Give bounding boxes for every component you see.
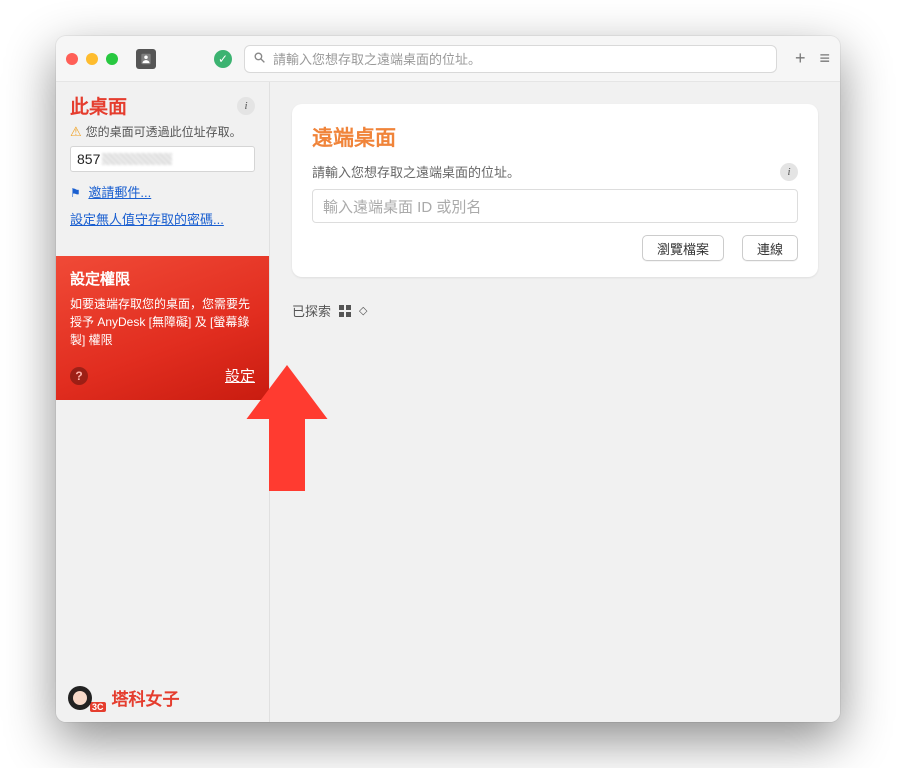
search-icon (253, 51, 266, 67)
access-warning: ⚠ 您的桌面可透過此位址存取。 (70, 123, 255, 140)
browse-files-button[interactable]: 瀏覽檔案 (642, 235, 724, 261)
contacts-icon[interactable] (136, 49, 156, 69)
unattended-password-link[interactable]: 設定無人值守存取的密碼... (70, 209, 255, 228)
new-tab-icon[interactable]: + (795, 48, 806, 69)
close-window-icon[interactable] (66, 53, 78, 65)
discovered-label: 已探索 (292, 301, 331, 320)
main-content: 遠端桌面 請輸入您想存取之遠端桌面的位址。 i 輸入遠端桌面 ID 或別名 瀏覽… (270, 82, 840, 722)
address-visible-prefix: 857 (77, 151, 100, 167)
invite-mail-link[interactable]: 邀請郵件... (88, 185, 151, 200)
sort-icon[interactable]: ◇ (359, 304, 365, 317)
remote-card-desc: 請輸入您想存取之遠端桌面的位址。 (312, 162, 520, 181)
fullscreen-window-icon[interactable] (106, 53, 118, 65)
flag-icon: ⚑ (70, 186, 81, 200)
titlebar: ✓ 請輸入您想存取之遠端桌面的位址。 + ≡ (56, 36, 840, 82)
app-window: ✓ 請輸入您想存取之遠端桌面的位址。 + ≡ 此桌面 i ⚠ 您的桌面可透過此位… (56, 36, 840, 722)
address-hidden (102, 153, 172, 165)
remote-card-title: 遠端桌面 (312, 122, 798, 152)
access-warning-text: 您的桌面可透過此位址存取。 (86, 123, 242, 140)
info-icon[interactable]: i (780, 163, 798, 181)
configure-permissions-button[interactable]: 設定 (225, 365, 255, 386)
status-ready-icon: ✓ (214, 50, 232, 68)
warning-icon: ⚠ (70, 124, 82, 140)
remote-address-input[interactable]: 輸入遠端桌面 ID 或別名 (312, 189, 798, 223)
logo-avatar-icon (68, 686, 92, 710)
permissions-alert: 設定權限 如要遠端存取您的桌面，您需要先授予 AnyDesk [無障礙] 及 [… (56, 256, 269, 400)
permissions-alert-desc: 如要遠端存取您的桌面，您需要先授予 AnyDesk [無障礙] 及 [螢幕錄製]… (70, 295, 255, 349)
address-bar[interactable]: 請輸入您想存取之遠端桌面的位址。 (244, 45, 777, 73)
info-icon[interactable]: i (237, 97, 255, 115)
logo-text: 塔科女子 (112, 685, 180, 710)
logo-badge: 3C (90, 702, 106, 712)
remote-desktop-card: 遠端桌面 請輸入您想存取之遠端桌面的位址。 i 輸入遠端桌面 ID 或別名 瀏覽… (292, 104, 818, 277)
this-desk-address[interactable]: 857 (70, 146, 255, 172)
minimize-window-icon[interactable] (86, 53, 98, 65)
help-icon[interactable]: ? (70, 367, 88, 385)
window-controls (66, 53, 118, 65)
view-grid-icon[interactable] (339, 305, 351, 317)
menu-icon[interactable]: ≡ (819, 48, 830, 69)
sidebar: 此桌面 i ⚠ 您的桌面可透過此位址存取。 857 ⚑ 邀請郵件... 設定無 (56, 82, 270, 722)
watermark-logo: 3C 塔科女子 (56, 673, 269, 722)
discovered-section: 已探索 ◇ (292, 301, 818, 320)
permissions-alert-title: 設定權限 (70, 268, 255, 289)
sidebar-title: 此桌面 (70, 92, 127, 119)
connect-button[interactable]: 連線 (742, 235, 798, 261)
remote-address-placeholder: 輸入遠端桌面 ID 或別名 (323, 196, 481, 217)
titlebar-actions: + ≡ (795, 48, 830, 69)
address-placeholder: 請輸入您想存取之遠端桌面的位址。 (273, 49, 481, 68)
